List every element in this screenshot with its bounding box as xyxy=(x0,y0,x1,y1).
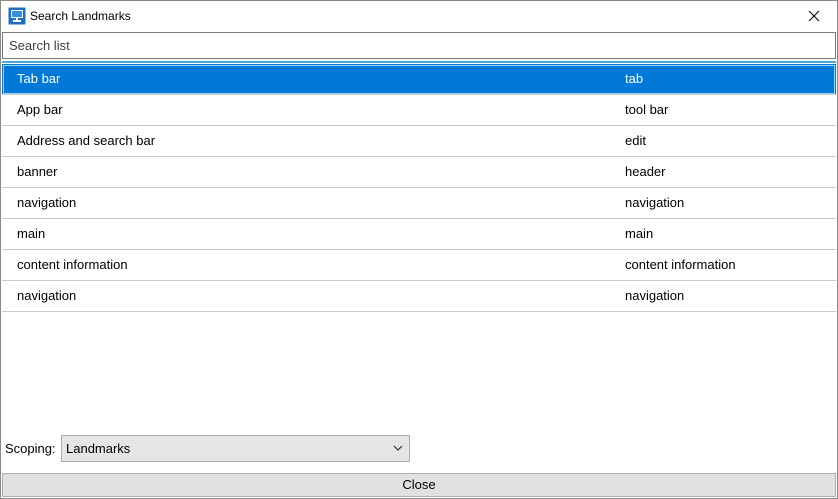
list-rows: Tab bar tab App bar tool bar Address and sea… xyxy=(2,64,836,312)
landmark-type: edit xyxy=(625,133,646,148)
landmark-name: Tab bar xyxy=(17,71,61,86)
landmark-name: content information xyxy=(17,257,128,272)
landmark-type: tab xyxy=(625,71,644,86)
list-item[interactable]: Address and search bar edit xyxy=(2,126,836,157)
landmarks-list[interactable]: Tab bar tab App bar tool bar Address and sea… xyxy=(2,61,836,429)
close-icon xyxy=(808,10,820,22)
landmark-type: tool bar xyxy=(625,102,669,117)
landmark-type: header xyxy=(625,164,666,179)
landmark-type: navigation xyxy=(625,195,685,210)
list-item[interactable]: main main xyxy=(2,219,836,250)
chevron-down-icon xyxy=(393,445,403,451)
close-button[interactable]: Close xyxy=(2,473,836,497)
monitor-app-icon xyxy=(8,7,26,25)
landmark-name: navigation xyxy=(17,288,77,303)
landmark-type: content information xyxy=(625,257,736,272)
title-bar: Search Landmarks xyxy=(1,1,837,31)
list-item[interactable]: navigation navigation xyxy=(2,281,836,312)
list-item[interactable]: content information content information xyxy=(2,250,836,281)
landmark-name: banner xyxy=(17,164,58,179)
scoping-selected-value: Landmarks xyxy=(66,441,131,456)
scoping-label: Scoping: xyxy=(5,441,56,456)
search-landmarks-dialog: Search Landmarks Tab bar tab App bar tool b… xyxy=(0,0,838,499)
scoping-dropdown[interactable]: Landmarks xyxy=(61,435,410,462)
search-input[interactable] xyxy=(9,38,829,53)
landmark-type: main xyxy=(625,226,654,241)
list-focus-line xyxy=(2,61,836,63)
search-field[interactable] xyxy=(2,32,836,59)
landmark-name: navigation xyxy=(17,195,77,210)
list-item[interactable]: navigation navigation xyxy=(2,188,836,219)
window-close-button[interactable] xyxy=(791,1,837,31)
list-item[interactable]: Tab bar tab xyxy=(2,64,836,95)
landmark-name: Address and search bar xyxy=(17,133,156,148)
window-title: Search Landmarks xyxy=(30,9,131,23)
landmark-type: navigation xyxy=(625,288,685,303)
landmark-name: main xyxy=(17,226,46,241)
landmark-name: App bar xyxy=(17,102,63,117)
list-item[interactable]: App bar tool bar xyxy=(2,95,836,126)
list-item[interactable]: banner header xyxy=(2,157,836,188)
